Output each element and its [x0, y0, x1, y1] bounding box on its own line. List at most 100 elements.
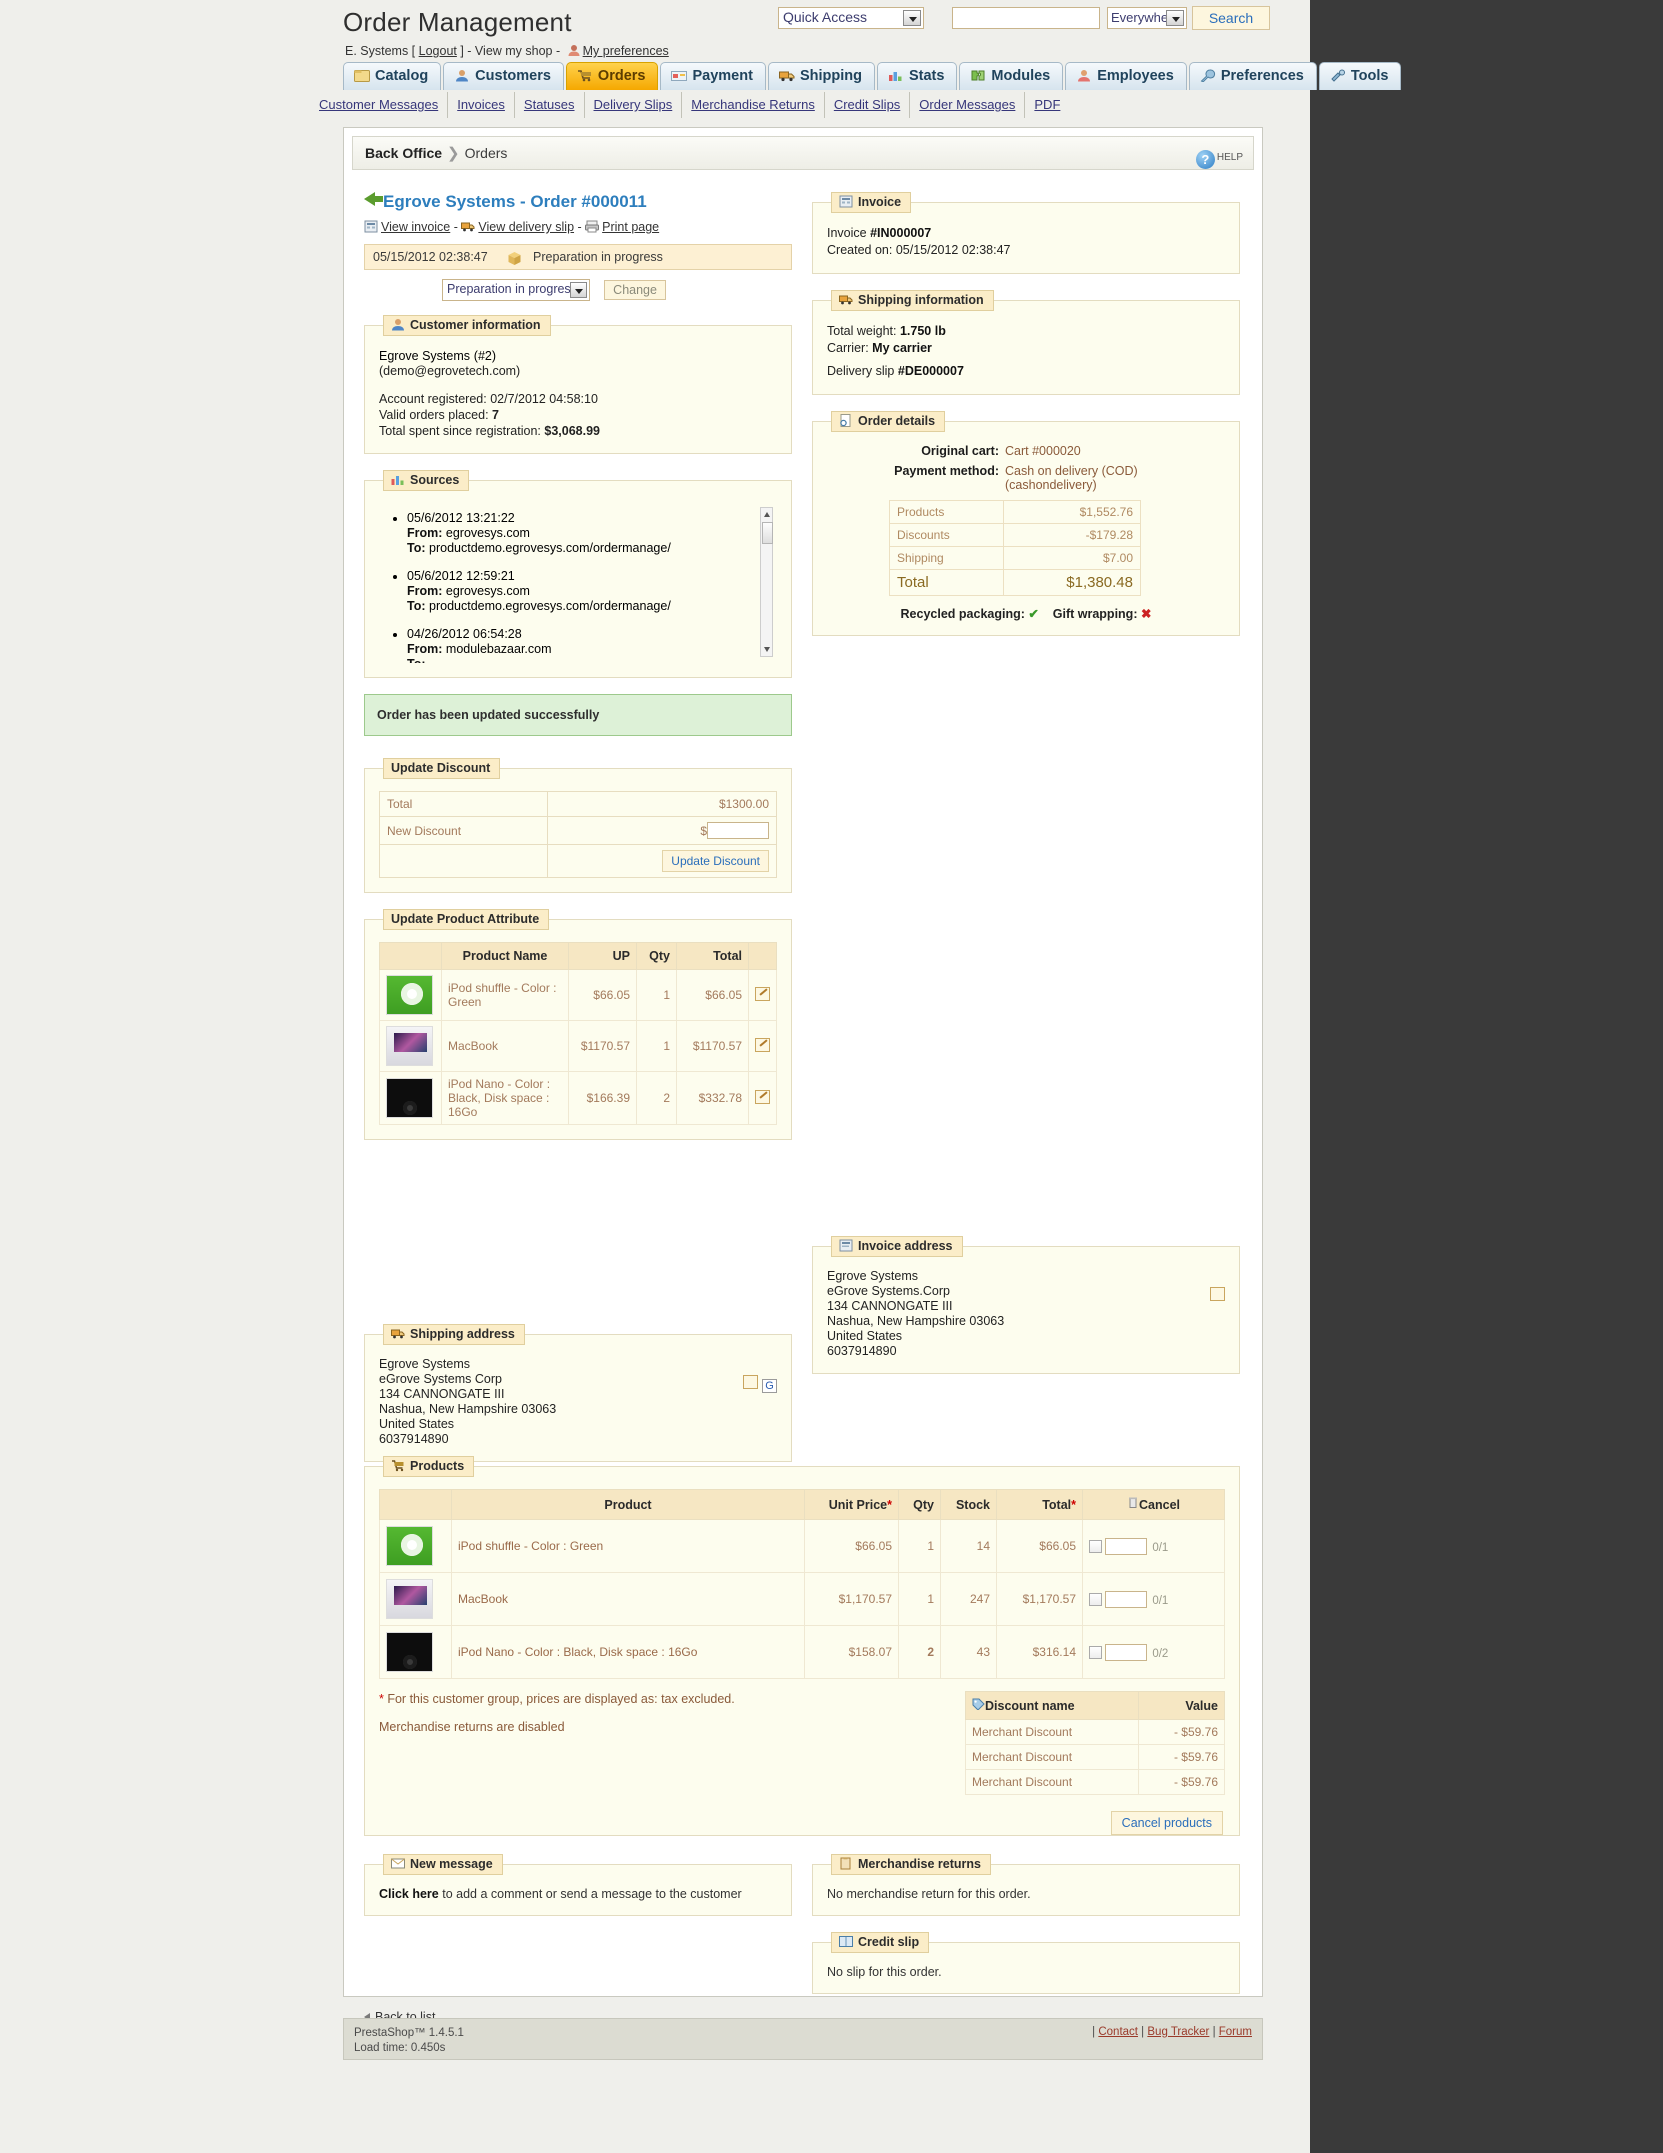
edit-icon[interactable] — [755, 1037, 770, 1052]
cancel-qty-input[interactable] — [1105, 1643, 1148, 1661]
logout-link[interactable]: Logout — [419, 44, 457, 58]
product-name: iPod Nano - Color : Black, Disk space : … — [441, 1071, 569, 1125]
subtab-delivery-slips[interactable]: Delivery Slips — [585, 92, 683, 118]
product-thumb-cell — [379, 1625, 452, 1679]
discount-name: Merchant Discount — [964, 1769, 1140, 1795]
book-icon — [839, 1935, 853, 1948]
tab-customers[interactable]: Customers — [443, 62, 564, 90]
tab-tools[interactable]: Tools — [1318, 62, 1402, 90]
scroll-up-icon[interactable] — [762, 509, 773, 520]
invoice-icon — [839, 1239, 853, 1252]
truck-icon — [778, 65, 795, 82]
tab-catalog[interactable]: Catalog — [343, 62, 442, 90]
help-icon: ? — [1195, 150, 1215, 169]
order-status-select[interactable]: Preparation in progress — [442, 279, 590, 301]
back-arrow-icon[interactable] — [364, 192, 383, 206]
tab-label: Preferences — [1220, 68, 1304, 84]
weight-label: Total weight: — [827, 324, 897, 338]
invoice-panel: Invoice Invoice #IN000007 Created on: 05… — [812, 192, 1240, 274]
subtab-merchandise-returns[interactable]: Merchandise Returns — [682, 92, 825, 118]
col-total: Total* — [996, 1489, 1083, 1520]
view-invoice-link[interactable]: View invoice — [381, 220, 450, 234]
update-discount-button[interactable]: Update Discount — [662, 850, 769, 872]
quick-access-select[interactable]: Quick Access — [778, 7, 924, 29]
scroll-down-icon[interactable] — [762, 644, 773, 655]
search-input[interactable] — [952, 7, 1100, 29]
subtab-pdf[interactable]: PDF — [1025, 92, 1069, 118]
tab-modules[interactable]: Modules — [959, 62, 1064, 90]
subtab-invoices[interactable]: Invoices — [448, 92, 515, 118]
edit-icon[interactable] — [755, 1089, 770, 1104]
shipping-address-line: 134 CANNONGATE III — [379, 1387, 505, 1401]
click-here-link[interactable]: Click here — [379, 1887, 439, 1901]
update-product-attribute-panel: Update Product Attribute Product Name UP… — [364, 909, 792, 1140]
cancel-products-button[interactable]: Cancel products — [1110, 1811, 1223, 1835]
cancel-checkbox[interactable] — [1089, 1539, 1102, 1553]
subtab-credit-slips[interactable]: Credit Slips — [825, 92, 911, 118]
print-page-link[interactable]: Print page — [602, 220, 659, 234]
subtab-statuses[interactable]: Statuses — [515, 92, 585, 118]
registered-label: Account registered: — [379, 392, 487, 406]
invoice-legend: Invoice — [831, 192, 912, 213]
product-thumbnail — [386, 1579, 433, 1619]
col-label: Discount name — [985, 1699, 1075, 1713]
product-unit-price: $66.05 — [804, 1519, 899, 1573]
cart-value[interactable]: Cart #000020 — [1005, 444, 1081, 458]
footer-link-bug-tracker[interactable]: Bug Tracker — [1147, 2026, 1209, 2038]
edit-icon[interactable] — [755, 986, 770, 1001]
breadcrumb-root[interactable]: Back Office — [353, 145, 442, 161]
customer-total-spent-line: Total spent since registration: $3,068.9… — [379, 423, 777, 439]
edit-icon[interactable] — [1210, 1287, 1225, 1301]
google-maps-icon[interactable]: G — [762, 1379, 777, 1393]
tab-employees[interactable]: Employees — [1065, 62, 1187, 90]
update-discount-panel: Update Discount Total $1300.00 New Disco… — [364, 758, 792, 893]
col-cancel-label: Cancel — [1139, 1498, 1180, 1512]
my-preferences-link[interactable]: My preferences — [583, 44, 669, 58]
view-delivery-slip-link[interactable]: View delivery slip — [478, 220, 574, 234]
tab-stats[interactable]: Stats — [876, 62, 958, 90]
product-total: $332.78 — [676, 1071, 749, 1125]
admin-page: Order Management E. Systems [ Logout ] -… — [0, 0, 1402, 2153]
main-tab-bar: Catalog Customers Orders Payment Shipping Sta… — [343, 62, 1403, 90]
help-label: HELP — [1216, 152, 1243, 163]
footer-link-contact[interactable]: Contact — [1098, 2026, 1138, 2038]
to-value: productdemo.egrovesys.com/ordermanage/ — [429, 599, 671, 613]
tab-shipping[interactable]: Shipping — [767, 62, 875, 90]
source-to-line: To: productdemo.egrovesys.com/ordermanag… — [407, 657, 773, 663]
view-shop-text: ] - View my shop - — [456, 44, 564, 58]
product-thumbnail — [386, 975, 433, 1015]
legend-text: Invoice address — [858, 1239, 953, 1253]
to-label: To: — [407, 541, 426, 555]
subtab-order-messages[interactable]: Order Messages — [910, 92, 1026, 118]
footer-link-forum[interactable]: Forum — [1219, 2026, 1252, 2038]
col-total-label: Total — [1042, 1497, 1072, 1512]
cancel-qty-input[interactable] — [1105, 1537, 1148, 1555]
tab-orders[interactable]: Orders — [565, 62, 659, 90]
tab-payment[interactable]: Payment — [660, 62, 766, 90]
cancel-checkbox[interactable] — [1089, 1592, 1102, 1606]
product-total: $1170.57 — [676, 1020, 749, 1072]
page-header: Order Management E. Systems [ Logout ] -… — [0, 0, 1310, 62]
sub-tab-bar: Customer Messages Invoices Statuses Deliver… — [310, 92, 1310, 120]
shipping-address-actions: G — [739, 1375, 777, 1393]
new-message-panel: New message Click here to add a comment … — [364, 1854, 792, 1916]
search-scope-select[interactable]: Everywhere — [1107, 7, 1187, 29]
discount-name: Merchant Discount — [964, 1719, 1140, 1745]
help-button[interactable]: ? HELP — [1195, 141, 1243, 174]
shipping-address-line: 6037914890 — [379, 1432, 449, 1446]
new-discount-input[interactable] — [707, 822, 769, 839]
cancel-checkbox[interactable] — [1089, 1645, 1102, 1659]
tab-label: Customers — [475, 68, 551, 84]
change-status-button[interactable]: Change — [604, 280, 666, 300]
cancel-qty-input[interactable] — [1105, 1590, 1148, 1608]
edit-icon[interactable] — [743, 1375, 758, 1389]
tab-preferences[interactable]: Preferences — [1188, 62, 1317, 90]
note-text: For this customer group, prices are disp… — [383, 1692, 735, 1706]
carrier-label: Carrier: — [827, 341, 869, 355]
subtab-customer-messages[interactable]: Customer Messages — [310, 92, 449, 118]
search-button[interactable]: Search — [1192, 6, 1270, 30]
preferences-icon — [567, 44, 581, 57]
sources-scrollbar[interactable] — [760, 507, 773, 657]
scroll-thumb[interactable] — [762, 522, 773, 544]
